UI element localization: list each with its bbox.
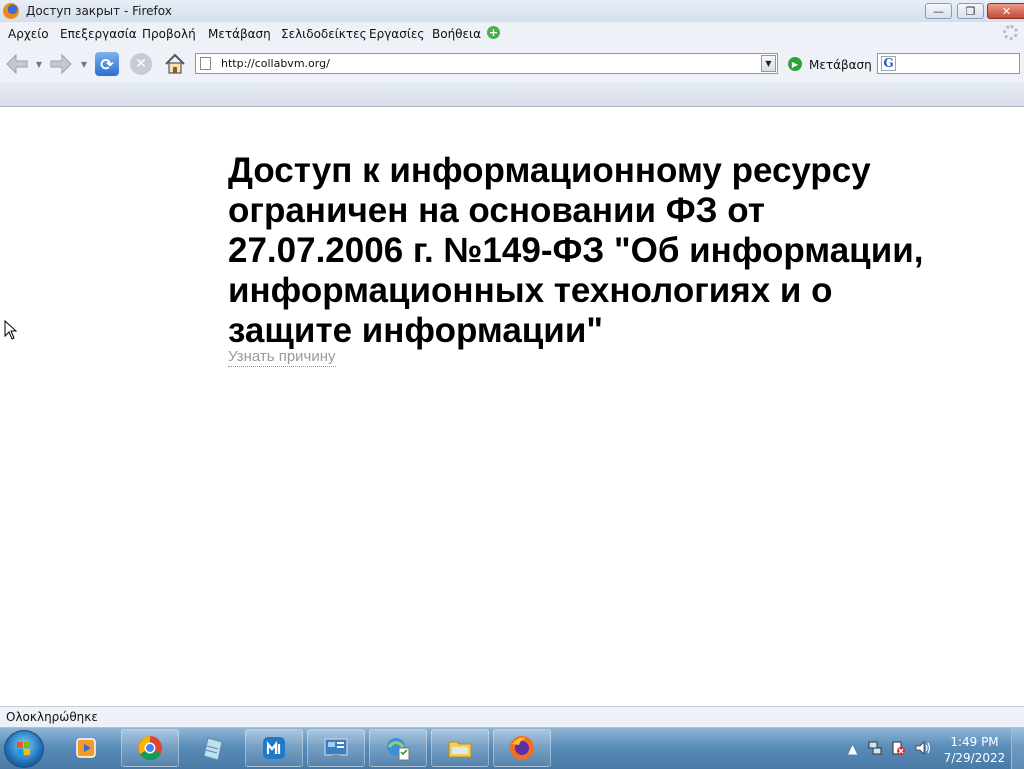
taskbar-file-explorer[interactable] [431, 729, 489, 767]
menu-help[interactable]: Βοήθεια [432, 27, 481, 41]
stop-button[interactable]: ✕ [130, 53, 152, 75]
menu-bar: Αρχείο Επεξεργασία Προβολή Μετάβαση Σελι… [0, 22, 1024, 44]
window-title: Доступ закрыт - Firefox [26, 4, 172, 18]
address-input[interactable]: http://collabvm.org/ [221, 57, 330, 70]
stop-icon: ✕ [135, 56, 147, 72]
go-icon[interactable]: ▶ [788, 57, 802, 71]
show-desktop-button[interactable] [1011, 728, 1024, 769]
add-on-icon[interactable]: + [487, 26, 500, 39]
clock-time: 1:49 PM [950, 735, 999, 749]
menu-edit[interactable]: Επεξεργασία [60, 27, 137, 41]
menu-file[interactable]: Αρχείο [8, 27, 49, 41]
reload-icon: ⟳ [100, 54, 114, 74]
maxthon-icon [263, 737, 285, 759]
taskbar: ▲ 1:49 PM 7/29/2022 [0, 727, 1024, 769]
status-bar: Ολοκληρώθηκε [0, 706, 1024, 727]
notepad-icon [203, 737, 223, 761]
back-history-dropdown[interactable]: ▼ [35, 60, 43, 69]
address-bar[interactable]: http://collabvm.org/ ▼ [195, 53, 778, 74]
menu-tools[interactable]: Εργασίες [369, 27, 424, 41]
learn-reason-link[interactable]: Узнать причину [228, 348, 336, 367]
taskbar-internet-explorer[interactable] [369, 729, 427, 767]
title-bar: Доступ закрыт - Firefox — ❐ ✕ [0, 0, 1024, 23]
action-center-warning-icon[interactable] [890, 740, 906, 756]
mouse-cursor-icon [4, 320, 18, 340]
address-dropdown-button[interactable]: ▼ [761, 55, 776, 72]
forward-arrow-icon [50, 53, 72, 75]
start-button[interactable] [4, 730, 44, 768]
forward-button[interactable] [48, 52, 74, 76]
clock-date: 7/29/2022 [943, 751, 1006, 765]
chrome-icon [138, 736, 162, 761]
network-icon[interactable] [867, 740, 883, 756]
minimize-button[interactable]: — [925, 3, 952, 19]
blocked-headline: Доступ к информационному ресурсу огранич… [228, 151, 924, 350]
volume-icon[interactable] [914, 740, 932, 756]
system-clock[interactable]: 1:49 PM 7/29/2022 [932, 734, 1017, 766]
menu-bookmarks[interactable]: Σελιδοδείκτες [281, 27, 367, 41]
back-button[interactable] [4, 52, 30, 76]
windows-logo-icon [17, 742, 31, 756]
firefox-icon [3, 3, 19, 19]
page-content: Доступ к информационному ресурсу огранич… [0, 107, 1024, 706]
taskbar-control-panel[interactable] [307, 729, 365, 767]
taskbar-media-player[interactable] [58, 729, 116, 767]
folder-icon [448, 741, 472, 758]
status-text: Ολοκληρώθηκε [6, 710, 98, 724]
media-player-icon [76, 738, 96, 758]
firefox-icon [510, 736, 534, 760]
page-icon [200, 57, 211, 70]
back-arrow-icon [6, 53, 28, 75]
internet-explorer-icon [387, 738, 410, 761]
close-button[interactable]: ✕ [987, 3, 1024, 19]
taskbar-notepad[interactable] [183, 729, 241, 767]
forward-history-dropdown[interactable]: ▼ [80, 60, 88, 69]
activity-throbber-icon [1003, 25, 1018, 40]
maximize-button[interactable]: ❐ [957, 3, 984, 19]
search-box[interactable]: G [877, 53, 1020, 74]
taskbar-firefox[interactable] [493, 729, 551, 767]
home-icon [165, 53, 185, 74]
reload-button[interactable]: ⟳ [95, 52, 119, 76]
google-search-engine-icon[interactable]: G [881, 56, 896, 71]
show-hidden-icons-icon[interactable]: ▲ [848, 742, 857, 756]
taskbar-maxthon[interactable] [245, 729, 303, 767]
control-panel-icon [324, 738, 348, 758]
menu-view[interactable]: Προβολή [142, 27, 196, 41]
go-button[interactable]: Μετάβαση [809, 58, 872, 72]
home-button[interactable] [163, 52, 187, 76]
bookmarks-toolbar [0, 82, 1024, 107]
taskbar-chrome[interactable] [121, 729, 179, 767]
menu-go[interactable]: Μετάβαση [208, 27, 271, 41]
